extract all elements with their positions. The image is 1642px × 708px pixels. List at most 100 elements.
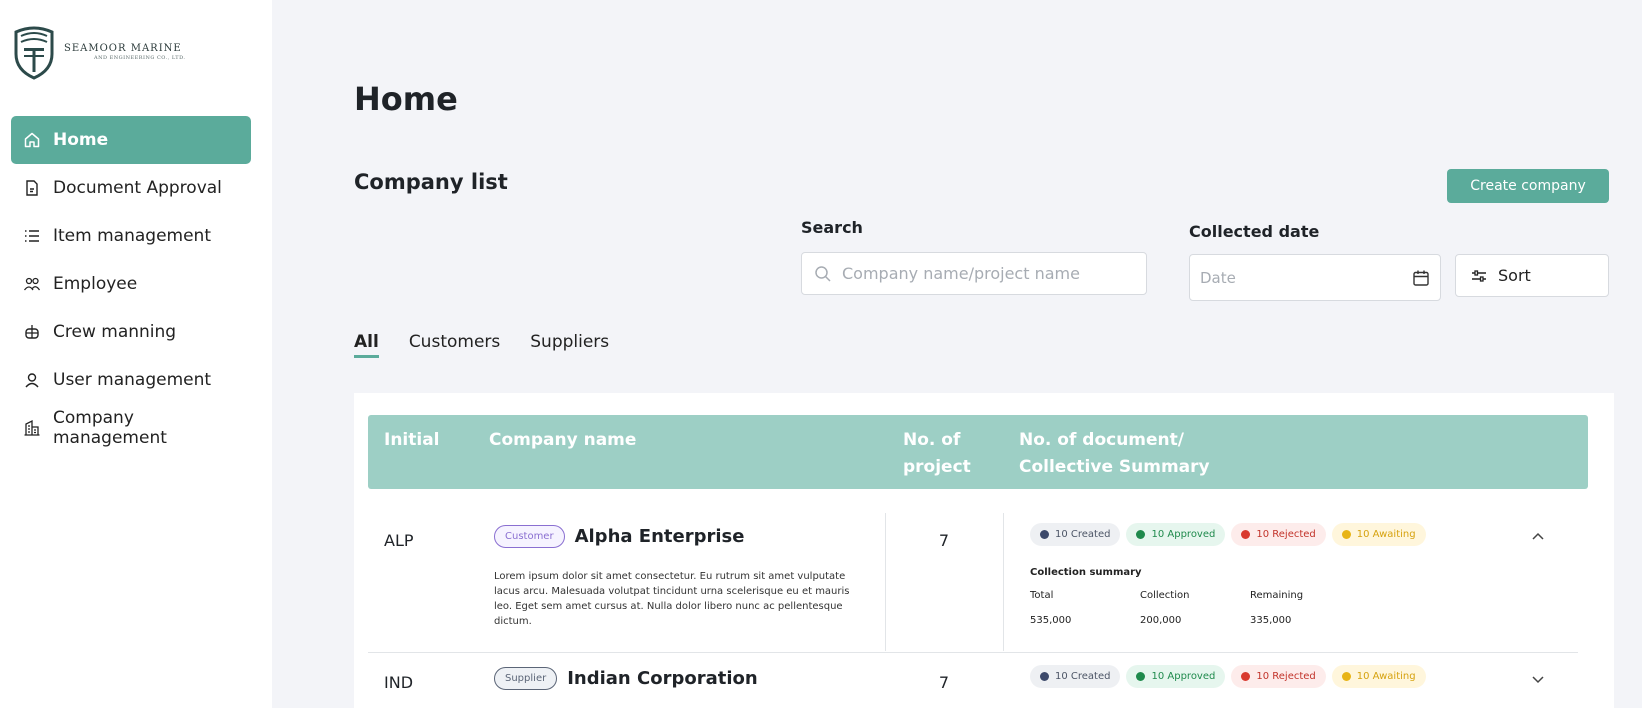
summary-collection-value: 200,000 <box>1140 615 1182 626</box>
document-status-badges: 10 Created 10 Approved 10 Rejected 10 Aw… <box>1030 665 1426 688</box>
summary-remaining-value: 335,000 <box>1250 615 1292 626</box>
create-company-button[interactable]: Create company <box>1447 169 1609 203</box>
chevron-up-icon[interactable] <box>1530 529 1546 545</box>
date-input[interactable] <box>1200 268 1380 287</box>
calendar-icon[interactable] <box>1412 269 1430 287</box>
supplier-badge: Supplier <box>494 667 558 690</box>
document-status-badges: 10 Created 10 Approved 10 Rejected 10 Aw… <box>1030 523 1426 546</box>
collected-date-label: Collected date <box>1189 222 1320 241</box>
helm-icon <box>23 323 41 341</box>
section-title: Company list <box>354 170 508 194</box>
summary-collection-label: Collection <box>1140 590 1190 601</box>
status-rejected-badge: 10 Rejected <box>1231 665 1326 688</box>
summary-remaining-label: Remaining <box>1250 590 1304 601</box>
header-docs-line2: Collective Summary <box>1019 457 1210 477</box>
sidebar-item-label: Crew manning <box>53 322 177 342</box>
sidebar-item-label: Document Approval <box>53 178 222 198</box>
table-header: Initial Company name No. of project No. … <box>368 415 1588 489</box>
status-text: 10 Created <box>1055 529 1111 540</box>
tab-suppliers[interactable]: Suppliers <box>530 332 609 358</box>
chevron-down-icon[interactable] <box>1530 671 1546 687</box>
sidebar-item-home[interactable]: Home <box>11 116 251 164</box>
dot-icon <box>1136 672 1146 681</box>
sliders-icon <box>1472 269 1486 282</box>
collection-summary: Collection summary Total Collection Rema… <box>1030 567 1360 626</box>
home-icon <box>23 131 41 149</box>
sidebar-item-label: Item management <box>53 226 211 246</box>
page-title: Home <box>354 80 458 118</box>
search-field[interactable] <box>801 252 1147 295</box>
building-icon <box>23 419 41 437</box>
status-text: 10 Created <box>1055 671 1111 682</box>
tab-all[interactable]: All <box>354 332 379 358</box>
brand-subtitle: AND ENGINEERING CO., LTD. <box>94 55 186 61</box>
list-icon <box>23 227 41 245</box>
summary-total-label: Total <box>1030 590 1054 601</box>
summary-total-value: 535,000 <box>1030 615 1072 626</box>
sidebar-item-user-management[interactable]: User management <box>11 356 251 404</box>
header-company-name: Company name <box>489 430 637 450</box>
search-input[interactable] <box>842 264 1132 283</box>
brand-name: SEAMOOR MARINE <box>64 43 182 54</box>
header-no-of-project: No. of project <box>903 427 971 481</box>
dot-icon <box>1040 530 1049 539</box>
cell-project-count: 7 <box>938 531 950 550</box>
dot-icon <box>1040 672 1049 681</box>
people-icon <box>23 275 41 293</box>
status-text: 10 Approved <box>1151 529 1216 540</box>
search-label: Search <box>801 218 863 237</box>
sidebar-item-employee[interactable]: Employee <box>11 260 251 308</box>
table-row[interactable]: ALP Customer Alpha Enterprise Lorem ipsu… <box>368 511 1578 653</box>
status-created-badge: 10 Created <box>1030 665 1121 688</box>
filter-tabs: All Customers Suppliers <box>354 332 609 358</box>
header-initial: Initial <box>384 430 440 450</box>
column-divider <box>885 513 886 651</box>
dot-icon <box>1241 672 1251 681</box>
summary-title: Collection summary <box>1030 567 1142 578</box>
status-approved-badge: 10 Approved <box>1126 665 1226 688</box>
sort-button[interactable]: Sort <box>1455 254 1609 297</box>
status-awaiting-badge: 10 Awaiting <box>1331 665 1426 688</box>
customer-badge: Customer <box>494 525 565 548</box>
sort-label: Sort <box>1498 266 1531 285</box>
sidebar-item-document-approval[interactable]: Document Approval <box>11 164 251 212</box>
status-awaiting-badge: 10 Awaiting <box>1331 523 1426 546</box>
cell-company: Customer Alpha Enterprise <box>494 525 744 548</box>
status-text: 10 Rejected <box>1256 671 1316 682</box>
status-rejected-badge: 10 Rejected <box>1231 523 1326 546</box>
date-field[interactable] <box>1189 254 1441 301</box>
sidebar-item-label: Company management <box>53 408 167 448</box>
cell-company: Supplier Indian Corporation <box>494 667 758 690</box>
status-text: 10 Approved <box>1151 671 1216 682</box>
dot-icon <box>1136 530 1146 539</box>
search-icon <box>815 265 831 282</box>
sidebar-item-item-management[interactable]: Item management <box>11 212 251 260</box>
header-documents: No. of document/ Collective Summary <box>1019 427 1210 481</box>
header-docs-line1: No. of document/ <box>1019 430 1184 450</box>
status-text: 10 Rejected <box>1256 529 1316 540</box>
status-text: 10 Awaiting <box>1356 671 1416 682</box>
company-description: Lorem ipsum dolor sit amet consectetur. … <box>494 571 850 627</box>
sidebar: SEAMOOR MARINE AND ENGINEERING CO., LTD.… <box>0 0 272 708</box>
cell-project-count: 7 <box>938 673 950 692</box>
status-created-badge: 10 Created <box>1030 523 1121 546</box>
main-content: Home Company list Create company Search … <box>272 0 1642 708</box>
shield-logo-icon <box>14 26 54 80</box>
tab-customers[interactable]: Customers <box>409 332 500 358</box>
table-row[interactable]: IND Supplier Indian Corporation 7 10 Cre… <box>368 653 1578 708</box>
dot-icon <box>1241 530 1251 539</box>
company-logo: SEAMOOR MARINE AND ENGINEERING CO., LTD. <box>12 24 186 80</box>
company-name: Alpha Enterprise <box>574 526 745 547</box>
status-approved-badge: 10 Approved <box>1126 523 1226 546</box>
company-table: Initial Company name No. of project No. … <box>354 393 1614 708</box>
sidebar-item-crew-manning[interactable]: Crew manning <box>11 308 251 356</box>
sidebar-item-label: Employee <box>53 274 138 294</box>
cell-initial: ALP <box>384 531 414 550</box>
sidebar-item-company-management[interactable]: Company management <box>11 404 251 452</box>
dot-icon <box>1341 530 1351 539</box>
cell-initial: IND <box>384 673 414 692</box>
document-icon <box>23 179 41 197</box>
dot-icon <box>1341 672 1351 681</box>
user-icon <box>23 371 41 389</box>
header-projects-line1: No. of <box>903 430 961 450</box>
